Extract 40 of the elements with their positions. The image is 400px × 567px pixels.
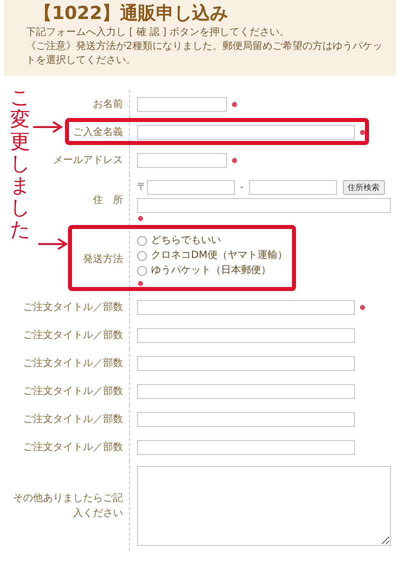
arrow-icon xyxy=(38,238,68,250)
field-label: ご注文タイトル／部数 xyxy=(23,300,123,314)
radio-button[interactable] xyxy=(137,266,147,276)
text-field[interactable] xyxy=(137,328,355,342)
arrow-icon xyxy=(33,121,63,133)
text-field[interactable] xyxy=(137,440,355,454)
radio-option[interactable]: クロネコDM便（ヤマト運輸） xyxy=(137,248,288,263)
instruction-text: 下記フォームへ入力し [ 確 認 ] ボタンを押してください。 xyxy=(26,26,291,40)
text-field[interactable] xyxy=(137,300,355,314)
comment-field[interactable] xyxy=(137,466,391,546)
text-field[interactable] xyxy=(137,152,227,168)
page-title: 【1022】通販申し込み xyxy=(34,2,230,26)
field-label: ご入金名義 xyxy=(73,126,123,140)
address-field[interactable] xyxy=(137,198,391,212)
text-field[interactable] xyxy=(137,356,355,370)
field-label: ご注文タイトル／部数 xyxy=(23,328,123,342)
postal-code-field[interactable] xyxy=(147,180,235,194)
radio-button[interactable] xyxy=(137,236,147,246)
field-label: ご注文タイトル／部数 xyxy=(23,356,123,370)
radio-option[interactable]: ゆうパケット（日本郵便） xyxy=(137,263,288,278)
postal-mark: 〒 xyxy=(137,181,147,194)
postal-code-field[interactable] xyxy=(248,180,337,194)
field-label: お名前 xyxy=(93,98,123,112)
text-field[interactable] xyxy=(137,384,355,398)
text-field[interactable] xyxy=(137,412,355,426)
radio-button[interactable] xyxy=(137,250,147,260)
field-label: ご注文タイトル／部数 xyxy=(23,412,123,426)
field-label: 住 所 xyxy=(93,194,123,208)
address-search-button[interactable]: 住所検索 xyxy=(342,180,385,194)
instruction-text: 《ご注意》発送方法が2種類になりました。郵便局留めご希望の方はゆうパケットを選択してください。 xyxy=(26,40,384,68)
handwritten-note: こ変更しました xyxy=(10,86,30,240)
radio-option[interactable]: どちらでもいい xyxy=(137,233,288,248)
field-label: ご注文タイトル／部数 xyxy=(23,384,123,398)
separator-text: - xyxy=(240,182,244,192)
field-label: その他ありましたらご記入ください xyxy=(12,492,123,521)
text-field[interactable] xyxy=(137,96,227,112)
field-label: メールアドレス xyxy=(53,154,123,168)
field-label: 発送方法 xyxy=(83,252,123,267)
text-field[interactable] xyxy=(137,124,355,140)
field-label: ご注文タイトル／部数 xyxy=(23,440,123,454)
